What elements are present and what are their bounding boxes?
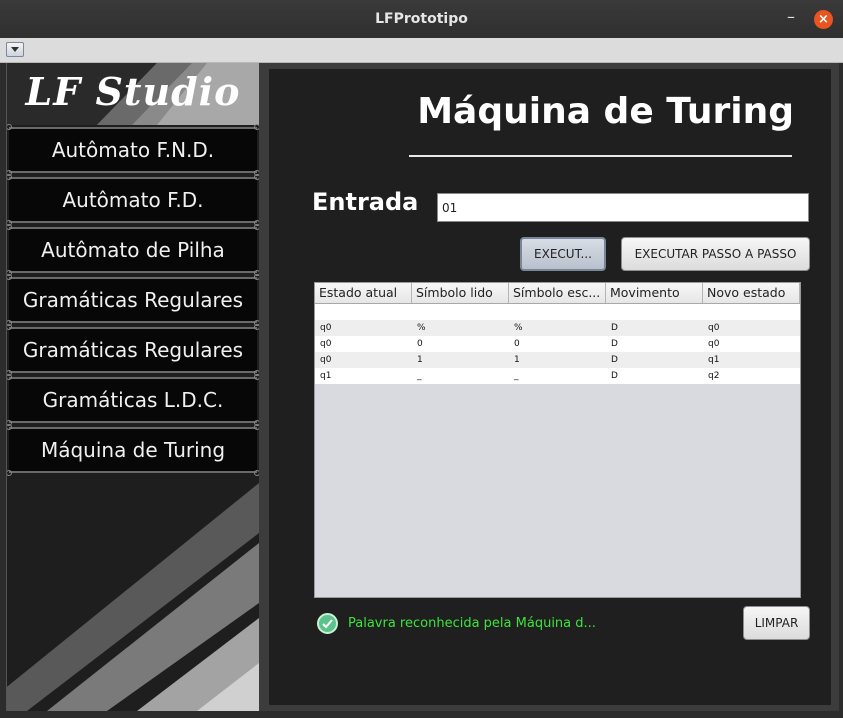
column-header[interactable]: Movimento bbox=[606, 283, 703, 303]
table-cell: q1 bbox=[320, 371, 332, 381]
table-cell bbox=[509, 304, 606, 320]
sidebar-item-label: Autômato de Pilha bbox=[41, 238, 225, 262]
sidebar-item-gramaticas-regulares[interactable]: Gramáticas Regulares bbox=[7, 274, 259, 326]
menu-dropdown-button[interactable] bbox=[6, 42, 24, 57]
table-cell: _ bbox=[514, 371, 519, 381]
table-cell bbox=[412, 304, 509, 320]
window-title: LFPrototipo bbox=[375, 11, 468, 27]
sidebar-item-automato-fnd[interactable]: Autômato F.N.D. bbox=[7, 124, 259, 176]
execute-button[interactable]: EXECUT... bbox=[520, 237, 606, 271]
table-cell: q0 bbox=[708, 339, 720, 349]
sidebar-nav: Autômato F.N.D. Autômato F.D. Autômato d… bbox=[7, 124, 259, 477]
table-cell bbox=[703, 304, 800, 320]
table-cell: 1 bbox=[417, 355, 423, 365]
main-panel: Máquina de Turing Entrada EXECUT... EXEC… bbox=[269, 69, 831, 705]
entrada-input[interactable] bbox=[437, 193, 809, 222]
table-cell: q2 bbox=[708, 371, 720, 381]
table-cell: 0 bbox=[417, 339, 423, 349]
table-cell: q0 bbox=[320, 355, 332, 365]
minimize-button[interactable]: – bbox=[782, 8, 800, 26]
sidebar-item-label: Autômato F.D. bbox=[62, 188, 204, 212]
table-row[interactable]: q0 0 0 D q0 bbox=[315, 336, 800, 352]
column-header[interactable]: Símbolo lido bbox=[412, 283, 509, 303]
status-message: Palavra reconhecida pela Máquina d... bbox=[348, 616, 596, 631]
sidebar-item-label: Máquina de Turing bbox=[40, 438, 226, 462]
transition-table[interactable]: Estado atual Símbolo lido Símbolo esc...… bbox=[314, 282, 801, 598]
table-cell: q0 bbox=[708, 323, 720, 333]
table-cell bbox=[606, 304, 703, 320]
window-titlebar: LFPrototipo – × bbox=[0, 0, 843, 38]
sidebar-item-label: Autômato F.N.D. bbox=[51, 138, 215, 162]
sidebar-item-label: Gramáticas L.D.C. bbox=[42, 388, 224, 412]
table-cell: % bbox=[417, 323, 426, 333]
table-cell: D bbox=[611, 355, 618, 365]
column-header[interactable]: Novo estado bbox=[703, 283, 800, 303]
sidebar-item-gramaticas-regulares-2[interactable]: Gramáticas Regulares bbox=[7, 324, 259, 376]
clear-button[interactable]: LIMPAR bbox=[743, 606, 810, 640]
chevron-down-icon bbox=[11, 47, 19, 52]
input-label: Entrada bbox=[312, 188, 419, 216]
table-row[interactable] bbox=[315, 304, 800, 320]
table-cell: 0 bbox=[514, 339, 520, 349]
table-cell: 1 bbox=[514, 355, 520, 365]
app-logo: LF Studio bbox=[25, 69, 241, 114]
table-cell: _ bbox=[417, 371, 422, 381]
column-header[interactable]: Estado atual bbox=[315, 283, 412, 303]
sidebar-item-maquina-turing[interactable]: Máquina de Turing bbox=[7, 424, 259, 476]
column-header[interactable]: Símbolo esc... bbox=[509, 283, 606, 303]
execute-step-by-step-button[interactable]: EXECUTAR PASSO A PASSO bbox=[621, 237, 810, 271]
sidebar-item-label: Gramáticas Regulares bbox=[22, 288, 244, 312]
sidebar-item-gramaticas-ldc[interactable]: Gramáticas L.D.C. bbox=[7, 374, 259, 426]
table-cell: D bbox=[611, 323, 618, 333]
sidebar-item-label: Gramáticas Regulares bbox=[22, 338, 244, 362]
page-title: Máquina de Turing bbox=[417, 91, 794, 132]
table-cell: D bbox=[611, 371, 618, 381]
sidebar: LF Studio Autômato F.N.D. Autômato F.D. … bbox=[6, 63, 259, 711]
table-row[interactable]: q0 1 1 D q1 bbox=[315, 352, 800, 368]
table-cell: q1 bbox=[708, 355, 720, 365]
table-cell: D bbox=[611, 339, 618, 349]
menu-strip bbox=[0, 38, 843, 63]
table-body: q0 % % D q0 q0 0 0 D q0 q0 1 1 D q1 q1 _… bbox=[315, 304, 800, 384]
table-header: Estado atual Símbolo lido Símbolo esc...… bbox=[315, 283, 800, 304]
close-button[interactable]: × bbox=[814, 10, 833, 29]
check-circle-icon bbox=[317, 613, 338, 634]
table-cell: q0 bbox=[320, 323, 332, 333]
sidebar-item-automato-fd[interactable]: Autômato F.D. bbox=[7, 174, 259, 226]
sidebar-item-automato-pilha[interactable]: Autômato de Pilha bbox=[7, 224, 259, 276]
logo-area: LF Studio bbox=[7, 63, 259, 125]
title-divider bbox=[409, 155, 792, 157]
table-cell: % bbox=[514, 323, 523, 333]
table-cell bbox=[315, 304, 412, 320]
table-row[interactable]: q0 % % D q0 bbox=[315, 320, 800, 336]
table-cell: q0 bbox=[320, 339, 332, 349]
table-row[interactable]: q1 _ _ D q2 bbox=[315, 368, 800, 384]
